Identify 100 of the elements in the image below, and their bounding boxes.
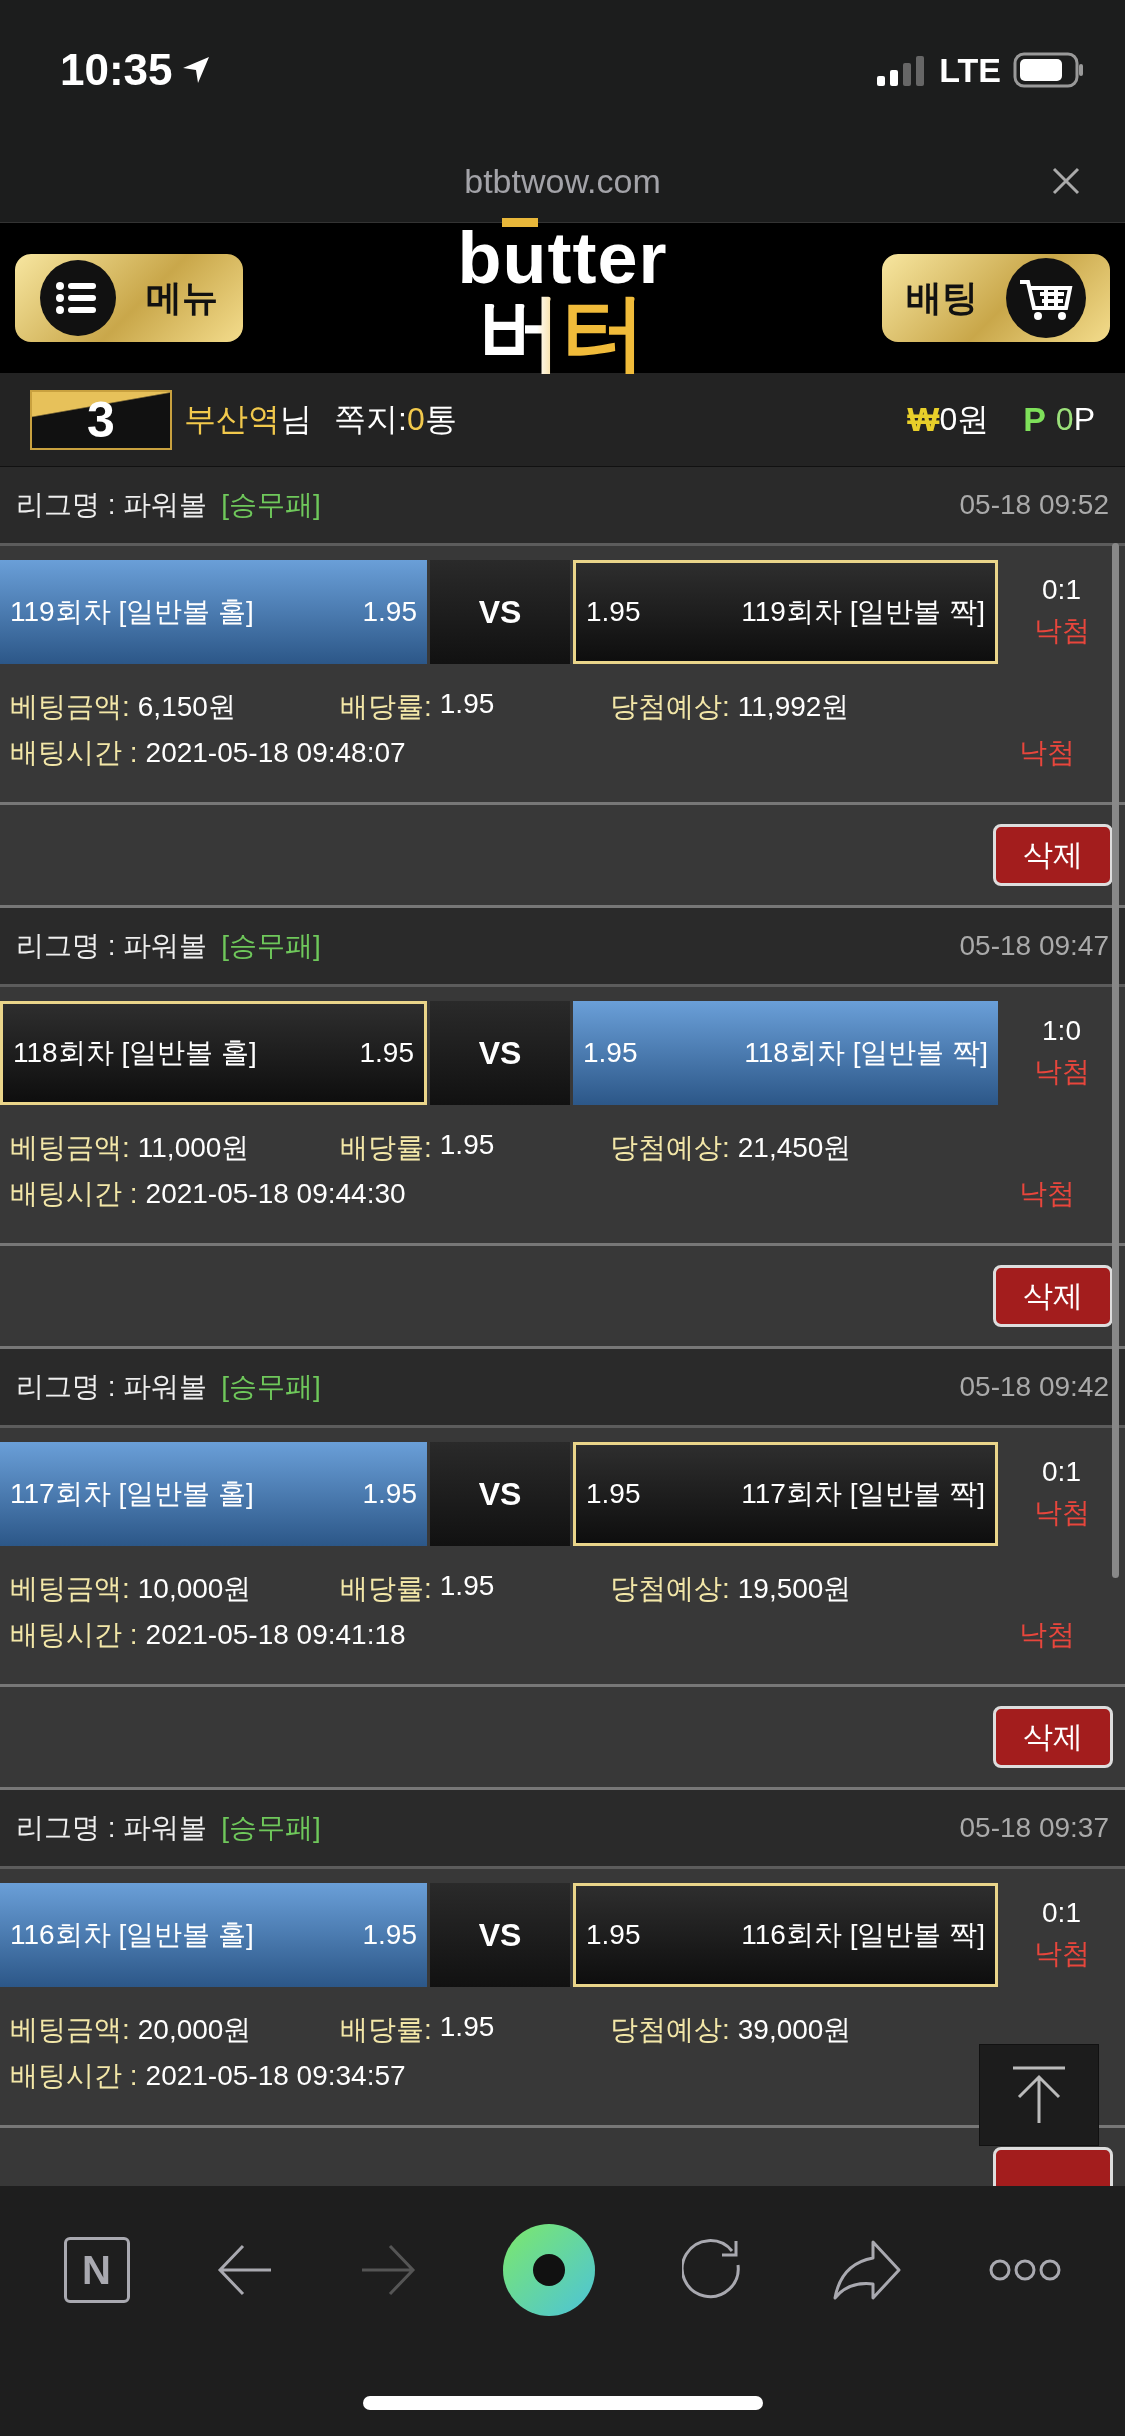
odds-value: 1.95 [439,1129,495,1162]
amount-value: 10,000원 [137,1572,252,1606]
level-badge: 3 [30,389,172,450]
pick-name: 116회차 [일반볼 짝] [741,1918,985,1952]
cart-icon [1006,258,1086,338]
pick-name: 119회차 [일반볼 짝] [741,595,985,629]
market-tag: [승무패] [221,927,321,965]
delete-button[interactable]: 삭제 [993,824,1113,886]
ring-icon[interactable] [502,2224,595,2316]
pick-name: 119회차 [일반볼 홀] [10,595,254,629]
messages-unit: 통 [424,399,457,439]
vs-label: VS [430,560,570,664]
point-symbol: P [1023,400,1046,439]
result-label: 낙첨 [1033,1937,1090,1971]
odds-value: 1.95 [362,1919,417,1951]
amount-label: 베팅금액: [10,1572,130,1606]
market-tag: [승무패] [221,1809,321,1847]
odds-value: 1.95 [586,1478,641,1510]
odds-value: 1.95 [362,596,417,628]
status-label: 낙첨 [1019,736,1075,770]
points-unit: P [1073,401,1095,438]
bet-option[interactable]: 119회차 [일반볼 홀] 1.95 [0,560,427,664]
vs-label: VS [430,1442,570,1546]
expected-label: 당첨예상: [610,691,730,722]
odds-label: 배당률: [340,1131,432,1165]
home-button[interactable]: N [63,2237,130,2303]
back-icon[interactable] [216,2242,273,2298]
bet-time-label: 배팅시간 : [10,1177,138,1211]
betting-button[interactable]: 배팅 [882,254,1110,342]
odds-label: 배당률: [340,1572,432,1606]
bet-time-label: 배팅시간 : [10,736,138,770]
messages-count[interactable]: 0 [406,401,425,438]
bet-option[interactable]: 117회차 [일반볼 홀] 1.95 [0,1442,427,1546]
bet-option[interactable]: 1.95 118회차 [일반볼 짝] [573,1001,998,1105]
vs-label: VS [430,1883,570,1987]
match-time: 05-18 09:47 [959,930,1109,962]
league-name: 리그명 : 파워볼 [16,488,208,522]
expected-value: 21,450원 [737,1132,852,1163]
share-icon[interactable] [832,2240,901,2300]
odds-value: 1.95 [586,596,641,628]
scroll-top-button[interactable] [979,2044,1099,2146]
market-tag: [승무패] [221,1368,321,1406]
result-label: 낙첨 [1033,1496,1090,1530]
bet-option[interactable]: 118회차 [일반볼 홀] 1.95 [0,1001,427,1105]
points-value: 0 [1055,401,1074,438]
odds-label: 배당률: [340,2013,432,2047]
url-text: btbtwow.com [464,161,661,201]
won-symbol: ₩ [907,400,940,439]
amount-label: 베팅금액: [10,2013,130,2047]
pick-name: 117회차 [일반볼 짝] [741,1477,985,1511]
messages-label[interactable]: 쪽지: [334,397,407,442]
bet-time-label: 배팅시간 : [10,1618,138,1652]
match-time: 05-18 09:42 [959,1371,1109,1403]
score: 0:1 [1042,1456,1081,1488]
delete-button[interactable]: 삭제 [993,1706,1113,1768]
bet-option[interactable]: 1.95 117회차 [일반볼 짝] [573,1442,998,1546]
league-name: 리그명 : 파워볼 [16,929,208,963]
odds-value: 1.95 [362,1478,417,1510]
odds-value: 1.95 [583,1037,638,1069]
expected-label: 당첨예상: [610,1132,730,1163]
odds-value: 1.95 [439,688,495,721]
match-time: 05-18 09:52 [959,489,1109,521]
arrow-up-icon [1011,2065,1067,2125]
pick-name: 116회차 [일반볼 홀] [10,1918,254,1952]
score: 0:1 [1042,574,1081,606]
menu-button[interactable]: 메뉴 [15,254,243,342]
odds-label: 배당률: [340,690,432,724]
expected-label: 당첨예상: [610,1573,730,1604]
close-icon[interactable] [1052,167,1080,195]
odds-value: 1.95 [359,1037,414,1069]
match-time: 05-18 09:37 [959,1812,1109,1844]
bet-time-value: 2021-05-18 09:44:30 [145,1178,406,1210]
expected-value: 11,992원 [737,691,850,722]
expected-value: 19,500원 [737,1573,852,1604]
score: 0:1 [1042,1897,1081,1929]
bet-time-label: 배팅시간 : [10,2059,138,2093]
odds-value: 1.95 [586,1919,641,1951]
bet-option[interactable]: 116회차 [일반볼 홀] 1.95 [0,1883,427,1987]
amount-label: 베팅금액: [10,690,130,724]
expected-label: 당첨예상: [610,2014,730,2045]
username-suffix: 님 [280,399,312,439]
odds-value: 1.95 [439,2011,495,2044]
battery-icon [1013,52,1085,88]
menu-icon [40,260,116,336]
delete-button[interactable]: 삭제 [993,1265,1113,1327]
score: 1:0 [1042,1015,1081,1047]
result-label: 낙첨 [1033,1055,1090,1089]
amount-value: 20,000원 [137,2013,252,2047]
result-label: 낙첨 [1033,614,1090,648]
league-name: 리그명 : 파워볼 [16,1811,208,1845]
pick-name: 117회차 [일반볼 홀] [10,1477,254,1511]
bet-time-value: 2021-05-18 09:34:57 [145,2060,406,2092]
odds-value: 1.95 [439,1570,495,1603]
bet-option[interactable]: 1.95 119회차 [일반볼 짝] [573,560,998,664]
clock: 10:35 [60,45,173,95]
username: 부산역 [184,399,280,439]
more-icon[interactable] [987,2258,1062,2282]
bet-option[interactable]: 1.95 116회차 [일반볼 짝] [573,1883,998,1987]
market-tag: [승무패] [221,486,321,524]
status-label: 낙첨 [1019,1618,1075,1652]
